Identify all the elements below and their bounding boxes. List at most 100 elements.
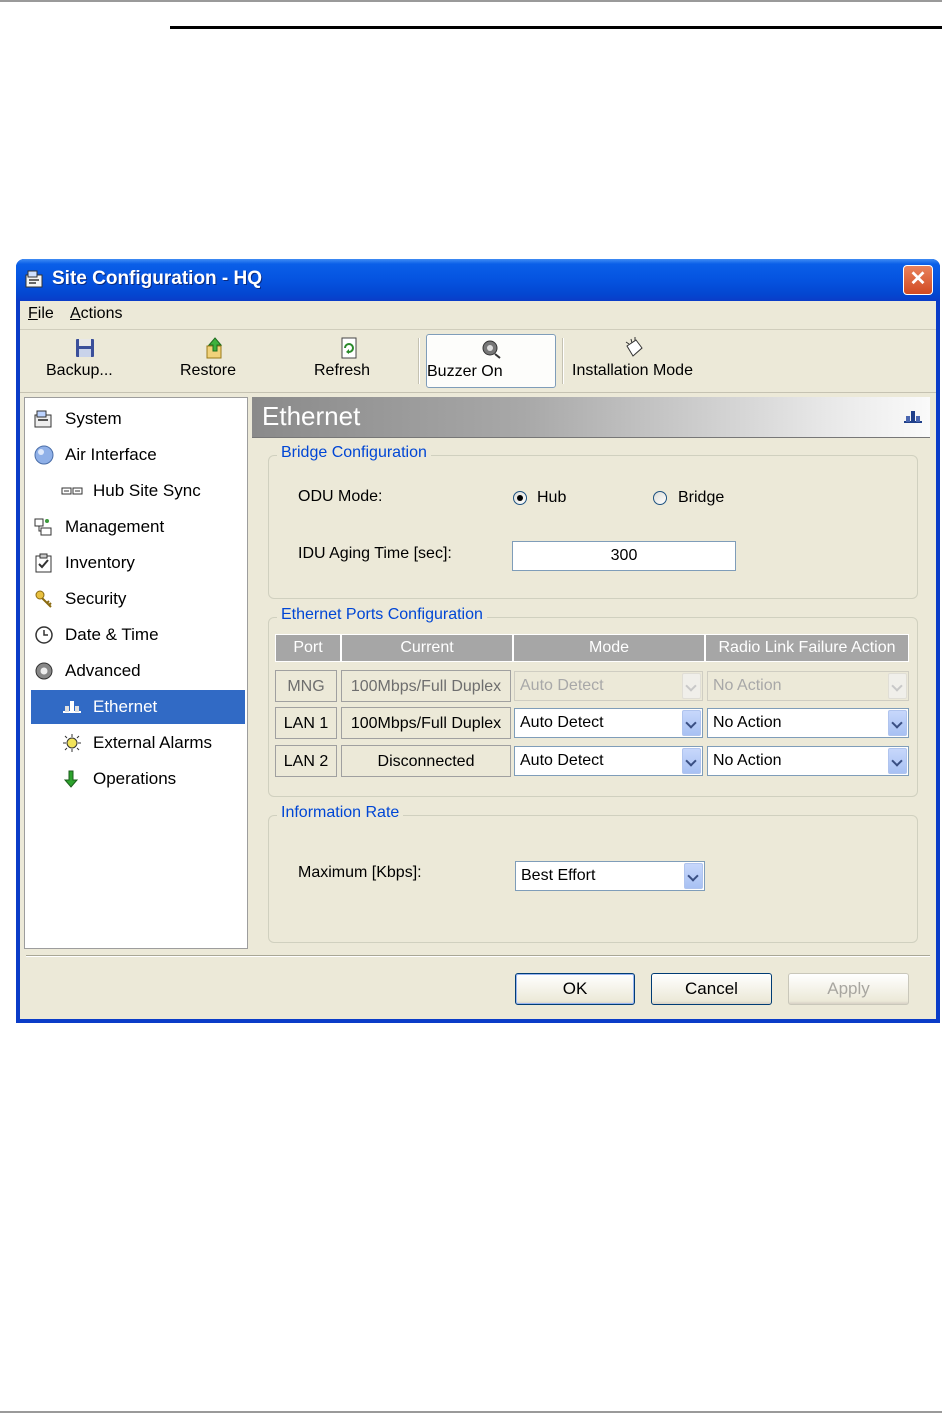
window-title: Site Configuration - HQ <box>52 268 263 289</box>
action-select-lan2[interactable]: No Action <box>707 746 909 776</box>
tree-label: Hub Site Sync <box>93 481 201 500</box>
column-header-mode: Mode <box>513 634 705 662</box>
panel-header: Ethernet <box>252 397 930 438</box>
buzzer-label: Buzzer On <box>427 363 503 380</box>
tree-item-date-time[interactable]: Date & Time <box>25 618 247 652</box>
port-cell: LAN 2 <box>275 745 337 777</box>
tree-label: External Alarms <box>93 733 213 752</box>
menu-file[interactable]: File <box>28 305 54 323</box>
panel-title: Ethernet <box>262 401 361 431</box>
close-button[interactable]: ✕ <box>903 265 933 295</box>
chevron-down-icon[interactable] <box>888 710 907 736</box>
maximum-kbps-label: Maximum [Kbps]: <box>298 864 422 881</box>
security-icon <box>35 590 52 608</box>
group-title: Information Rate <box>277 804 404 822</box>
bridge-configuration-group: Bridge Configuration ODU Mode: Hub Bridg… <box>268 444 918 599</box>
chevron-down-icon[interactable] <box>888 748 907 774</box>
floppy-disk-icon <box>76 339 94 357</box>
installation-mode-button[interactable]: Installation Mode <box>572 334 696 388</box>
current-cell: 100Mbps/Full Duplex <box>341 670 511 702</box>
mode-select-lan1[interactable]: Auto Detect <box>514 708 703 738</box>
buzzer-on-button[interactable]: Buzzer On <box>426 334 556 388</box>
information-rate-group: Information Rate Maximum [Kbps]: Best Ef… <box>268 804 918 943</box>
dialog-client-area: File Actions Backup... Restore Refresh B… <box>20 301 936 1019</box>
tree-item-external-alarms[interactable]: External Alarms <box>25 726 247 760</box>
toolbar-separator <box>418 338 420 384</box>
navigation-tree: System Air Interface Hub Site Sync Manag… <box>24 397 248 949</box>
tree-label: Advanced <box>65 661 141 680</box>
bridge-radio-label: Bridge <box>678 489 725 506</box>
installation-mode-icon <box>625 337 643 357</box>
tree-label: Management <box>65 517 165 536</box>
tree-label: Security <box>65 589 127 608</box>
tree-item-security[interactable]: Security <box>25 582 247 616</box>
tree-item-system[interactable]: System <box>25 402 247 436</box>
chevron-down-icon <box>888 673 907 699</box>
action-select-lan1[interactable]: No Action <box>707 708 909 738</box>
refresh-button[interactable]: Refresh <box>314 334 384 388</box>
mode-value: Auto Detect <box>520 752 604 769</box>
mode-value: Auto Detect <box>520 714 604 731</box>
column-header-current: Current <box>341 634 513 662</box>
idu-aging-time-label: IDU Aging Time [sec]: <box>298 545 452 562</box>
mode-select-lan2[interactable]: Auto Detect <box>514 746 703 776</box>
site-configuration-window: Site Configuration - HQ ✕ File Actions B… <box>16 259 940 1023</box>
ok-button[interactable]: OK <box>515 973 635 1005</box>
ethernet-icon <box>63 701 81 713</box>
bridge-radio[interactable] <box>653 491 667 505</box>
current-cell: 100Mbps/Full Duplex <box>341 707 511 739</box>
page-top-rule <box>0 0 942 2</box>
restore-button[interactable]: Restore <box>180 334 250 388</box>
system-icon <box>34 410 52 428</box>
column-header-port: Port <box>275 634 341 662</box>
tree-label: Date & Time <box>65 625 159 644</box>
odu-mode-label: ODU Mode: <box>298 488 383 505</box>
current-cell: Disconnected <box>341 745 511 777</box>
restore-icon <box>206 337 223 359</box>
chevron-down-icon[interactable] <box>684 863 703 889</box>
tree-label: System <box>65 409 122 428</box>
mode-select-mng[interactable]: Auto Detect <box>514 671 703 701</box>
tree-item-air-interface[interactable]: Air Interface <box>25 438 247 472</box>
air-interface-icon <box>34 445 54 465</box>
port-cell: MNG <box>275 670 337 702</box>
tree-item-management[interactable]: Management <box>25 510 247 544</box>
menu-actions[interactable]: Actions <box>70 305 122 323</box>
installation-mode-label: Installation Mode <box>572 362 693 379</box>
tree-item-inventory[interactable]: Inventory <box>25 546 247 580</box>
operations-icon <box>63 770 79 788</box>
backup-label: Backup... <box>46 362 113 379</box>
menu-bar: File Actions <box>20 301 936 330</box>
advanced-icon <box>35 662 53 680</box>
close-icon: ✕ <box>909 268 927 290</box>
idu-aging-time-input[interactable]: 300 <box>512 541 736 571</box>
button-bar-separator <box>26 955 930 957</box>
refresh-label: Refresh <box>314 362 371 379</box>
chevron-down-icon[interactable] <box>682 748 701 774</box>
tree-item-hub-site-sync[interactable]: Hub Site Sync <box>25 474 247 508</box>
action-value: No Action <box>713 752 782 769</box>
ethernet-icon <box>904 411 922 423</box>
mode-value: Auto Detect <box>520 677 604 694</box>
action-select-mng[interactable]: No Action <box>707 671 909 701</box>
chevron-down-icon[interactable] <box>682 710 701 736</box>
inventory-icon <box>35 553 52 573</box>
group-title: Ethernet Ports Configuration <box>277 606 487 624</box>
apply-button[interactable]: Apply <box>788 973 909 1005</box>
title-bar[interactable]: Site Configuration - HQ ✕ <box>16 259 940 301</box>
chevron-down-icon <box>682 673 701 699</box>
restore-label: Restore <box>180 362 237 379</box>
action-value: No Action <box>713 714 782 731</box>
tree-item-operations[interactable]: Operations <box>25 762 247 796</box>
tree-item-advanced[interactable]: Advanced <box>25 654 247 688</box>
maximum-kbps-value: Best Effort <box>521 867 596 884</box>
tree-item-ethernet[interactable]: Ethernet <box>31 690 245 724</box>
hub-radio-label: Hub <box>537 489 567 506</box>
page-header-rule <box>170 26 942 29</box>
cancel-button[interactable]: Cancel <box>651 973 772 1005</box>
tree-label: Ethernet <box>93 697 158 716</box>
hub-radio[interactable] <box>513 491 527 505</box>
buzzer-icon <box>482 340 501 359</box>
maximum-kbps-select[interactable]: Best Effort <box>515 861 705 891</box>
backup-button[interactable]: Backup... <box>46 334 124 388</box>
